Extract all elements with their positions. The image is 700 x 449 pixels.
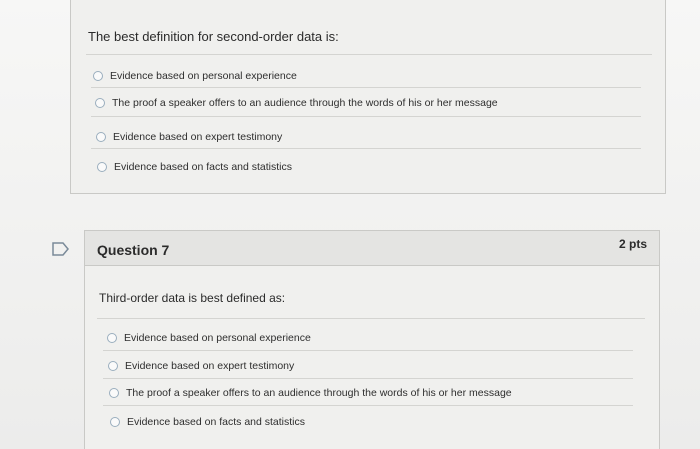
answer-label: Evidence based on expert testimony (125, 360, 295, 372)
radio-button-icon[interactable] (96, 132, 106, 142)
answer-option[interactable]: Evidence based on personal experience (93, 69, 297, 83)
answer-option[interactable]: Evidence based on expert testimony (96, 130, 282, 144)
answer-label: The proof a speaker offers to an audienc… (126, 387, 512, 399)
question-title: Question 7 (97, 242, 170, 258)
answer-label: The proof a speaker offers to an audienc… (112, 97, 498, 109)
answer-option[interactable]: Evidence based on personal experience (107, 331, 311, 345)
question-card-prev: The best definition for second-order dat… (70, 0, 666, 194)
radio-button-icon[interactable] (110, 417, 120, 427)
answer-label: Evidence based on personal experience (124, 332, 311, 344)
question-text: The best definition for second-order dat… (88, 29, 339, 44)
question-card-7: Question 7 2 pts Third-order data is bes… (84, 230, 660, 449)
divider (103, 378, 633, 379)
points-label: 2 pts (618, 237, 647, 251)
divider (103, 405, 633, 406)
radio-button-icon[interactable] (107, 333, 117, 343)
answer-option[interactable]: The proof a speaker offers to an audienc… (95, 96, 498, 110)
radio-button-icon[interactable] (93, 71, 103, 81)
answer-label: Evidence based on facts and statistics (114, 161, 293, 173)
radio-button-icon[interactable] (108, 361, 118, 371)
divider (86, 54, 652, 55)
answer-label: Evidence based on facts and statistics (127, 416, 306, 428)
radio-button-icon[interactable] (97, 162, 107, 172)
question-header: Question 7 2 pts (85, 231, 659, 266)
divider (103, 350, 633, 351)
answer-option[interactable]: Evidence based on facts and statistics (97, 160, 292, 174)
radio-button-icon[interactable] (95, 98, 105, 108)
divider (91, 148, 641, 149)
answer-option[interactable]: Evidence based on expert testimony (108, 359, 294, 373)
flag-icon[interactable] (52, 242, 70, 256)
divider (91, 116, 641, 117)
answer-option[interactable]: Evidence based on facts and statistics (110, 415, 305, 429)
radio-button-icon[interactable] (109, 388, 119, 398)
answer-label: Evidence based on expert testimony (113, 131, 283, 143)
divider (91, 87, 641, 88)
question-text: Third-order data is best defined as: (99, 291, 286, 305)
divider (97, 318, 645, 319)
quiz-page: The best definition for second-order dat… (0, 0, 700, 449)
answer-label: Evidence based on personal experience (110, 70, 297, 82)
answer-option[interactable]: The proof a speaker offers to an audienc… (109, 386, 512, 400)
